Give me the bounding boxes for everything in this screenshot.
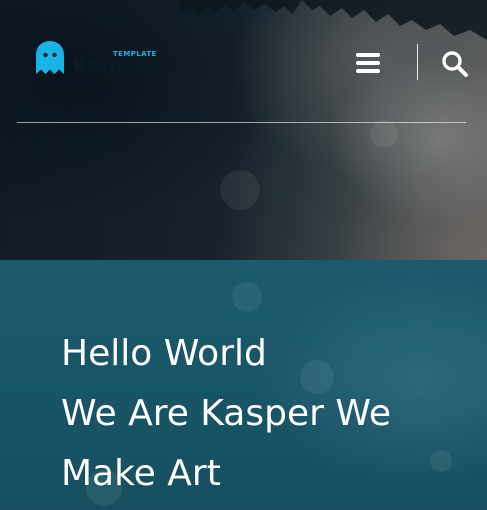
bokeh-light bbox=[232, 282, 262, 312]
hero-line: Hello World bbox=[61, 333, 267, 374]
hamburger-menu-icon[interactable] bbox=[354, 51, 382, 75]
site-logo[interactable]: TEMPLATE Kasper bbox=[35, 40, 165, 80]
bokeh-light bbox=[370, 120, 398, 148]
hero-line: Make Art bbox=[61, 453, 221, 494]
landing-page: TEMPLATE Kasper Hello World We Are Kaspe… bbox=[0, 0, 487, 510]
site-header: TEMPLATE Kasper bbox=[0, 0, 487, 123]
header-divider bbox=[417, 44, 418, 80]
ghost-logo-icon bbox=[36, 41, 64, 74]
search-icon[interactable] bbox=[441, 50, 469, 78]
hero-line: We Are Kasper We bbox=[61, 393, 391, 434]
header-separator bbox=[17, 122, 466, 123]
hero-heading: Hello World We Are Kasper We Make Art bbox=[61, 324, 461, 504]
logo-wordmark: Kasper bbox=[73, 56, 143, 76]
bokeh-light bbox=[220, 170, 260, 210]
